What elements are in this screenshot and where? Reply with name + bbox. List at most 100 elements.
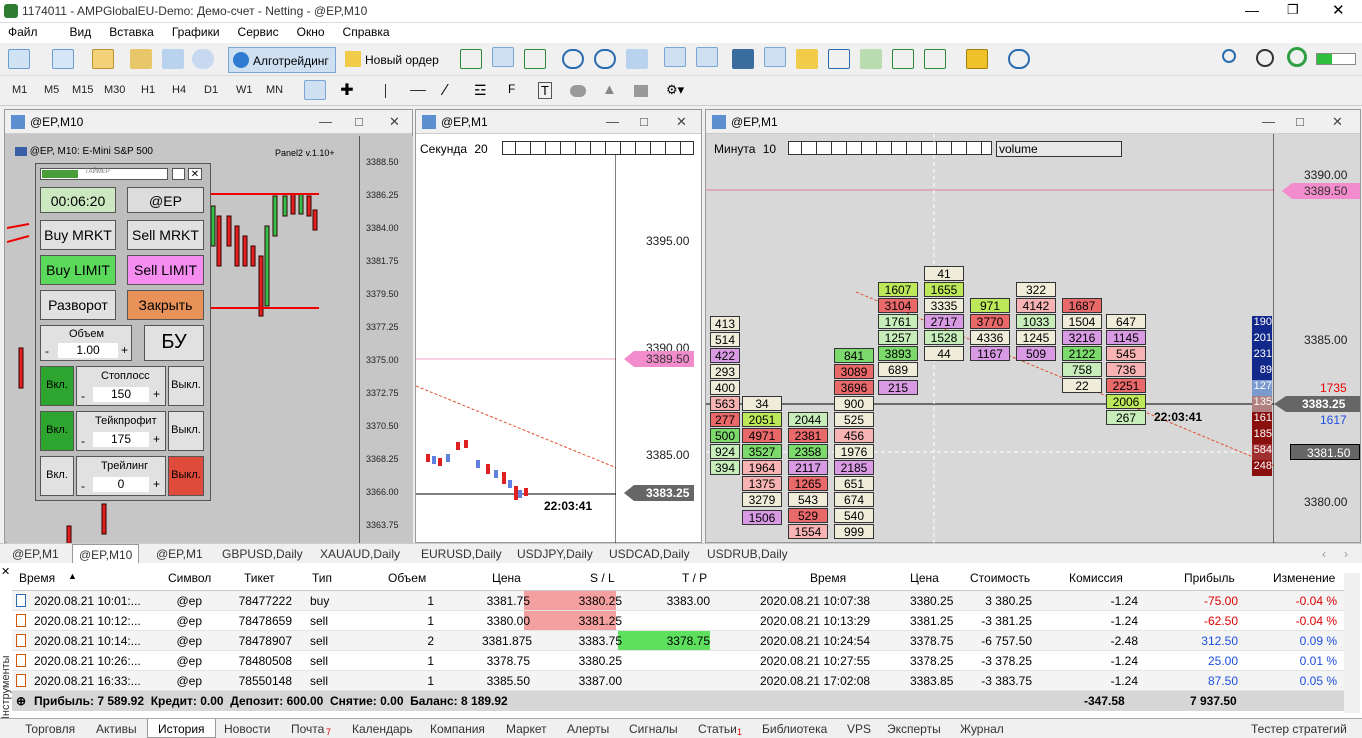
chart-tab[interactable]: XAUAUD,Daily [320,547,400,561]
account-icon[interactable] [1256,49,1274,67]
table-row[interactable]: 2020.08.21 10:12:... @ep 78478659 sell 1 3380… [12,611,1344,631]
col-type[interactable]: Тип [312,571,332,585]
window-maximize-button[interactable]: □ [355,114,363,129]
chart-tab[interactable]: USDRUB,Daily [707,547,788,561]
summary-plus-icon[interactable]: ⊕ [16,694,26,708]
col-tp[interactable]: T / P [682,571,707,585]
sl-input[interactable]: 150 [93,387,149,402]
chart-tab[interactable]: USDCAD,Daily [609,547,690,561]
clock-icon[interactable] [1008,49,1030,69]
table-row[interactable]: 2020.08.21 10:26:... @ep 78480508 sell 1 3378… [12,651,1344,671]
close-button[interactable]: ✕ [1332,1,1345,19]
tab-experts[interactable]: Эксперты [887,722,941,736]
fibo-icon[interactable]: F [508,82,515,96]
volume-minus-button[interactable]: - [45,344,49,358]
tab-alerts[interactable]: Алерты [567,722,609,736]
chart-tab[interactable]: GBPUSD,Daily [222,547,303,561]
window-close-button[interactable]: ✕ [1332,114,1343,130]
table-row[interactable]: 2020.08.21 16:33:... @ep 78550148 sell 1 3385… [12,671,1344,691]
menu-window[interactable]: Окно [289,23,335,39]
indicators-icon[interactable] [924,49,946,69]
close-position-button[interactable]: Закрыть [127,290,204,320]
tp-input[interactable]: 175 [93,432,149,447]
reverse-button[interactable]: Разворот [40,290,116,320]
tp-off-button[interactable]: Выкл. [168,411,204,451]
col-time[interactable]: Время [19,571,55,585]
line-chart-icon[interactable] [524,49,546,69]
tf-m5[interactable]: M5 [44,84,59,96]
trail-input[interactable]: 0 [93,477,149,492]
volume-input[interactable]: 1.00 [58,343,118,358]
tab-mail[interactable]: Почта [291,722,324,736]
folder-icon[interactable] [796,49,818,69]
tab-assets[interactable]: Активы [96,722,137,736]
trail-on-button[interactable]: Вкл. [40,456,74,496]
menu-help[interactable]: Справка [335,23,400,39]
tp-on-button[interactable]: Вкл. [40,411,74,451]
window-minimize-button[interactable]: — [1262,114,1275,129]
table-row[interactable]: 2020.08.21 10:14:... @ep 78478907 sell 2 3381… [12,631,1344,651]
tp-minus-button[interactable]: - [81,434,85,448]
signals-icon[interactable] [192,49,214,69]
col-sl[interactable]: S / L [590,571,615,585]
trail-minus-button[interactable]: - [81,479,85,493]
volume-plus-button[interactable]: + [121,343,128,357]
chart-tab[interactable]: USDJPY,Daily [517,547,593,561]
tp-plus-button[interactable]: + [153,432,160,446]
connection-icon[interactable] [1287,47,1307,67]
trendline-icon[interactable]: ∕ [444,82,447,100]
tab-articles[interactable]: Статьи [698,722,737,736]
window-maximize-button[interactable]: □ [640,114,648,129]
data-window-icon[interactable] [162,49,184,69]
toolbox-close-icon[interactable]: ✕ [1,565,10,578]
new-order-button[interactable]: Новый ордер [343,47,445,73]
chart-tab[interactable]: @EP,M1 [156,547,203,561]
bar-chart-icon[interactable] [460,49,482,69]
col-close-price[interactable]: Цена [910,571,939,585]
tab-market[interactable]: Маркет [506,722,547,736]
vertical-line-icon[interactable] [385,84,386,98]
crosshair-icon[interactable]: ✚ [336,80,358,100]
strategy-tester-button[interactable]: Тестер стратегий [1251,722,1347,736]
col-value[interactable]: Стоимость [970,571,1030,585]
experts-icon[interactable] [966,49,988,69]
tabs-scroll-left-icon[interactable]: ‹ [1322,547,1326,561]
grid-icon[interactable] [892,49,914,69]
algo-trading-button[interactable]: Алготрейдинг [228,47,336,73]
menu-file[interactable]: Файл [0,23,48,39]
tab-vps[interactable]: VPS [847,722,871,736]
close-panel-button[interactable]: ✕ [188,168,202,180]
tab-library[interactable]: Библиотека [762,722,827,736]
col-volume[interactable]: Объем [388,571,426,585]
window-maximize-button[interactable]: □ [1296,114,1304,129]
tab-trade[interactable]: Торговля [25,722,75,736]
tab-company[interactable]: Компания [430,722,485,736]
tab-news[interactable]: Новости [224,722,270,736]
menu-charts[interactable]: Графики [164,23,230,39]
chart-area[interactable]: @EP, M10: E-Mini S&P 500 Panel2 v.1.10+ … [7,136,359,544]
candle-chart-icon[interactable] [492,47,514,67]
minimize-button[interactable]: — [1245,2,1259,18]
tab-journal[interactable]: Журнал [960,722,1004,736]
window-minimize-button[interactable]: — [319,114,332,129]
breakeven-button[interactable]: БУ [144,325,204,361]
col-ticket[interactable]: Тикет [244,571,275,585]
tab-signals[interactable]: Сигналы [629,722,678,736]
navigator-icon[interactable] [130,49,152,69]
sell-limit-button[interactable]: Sell LIMIT [127,255,204,285]
chart-shift-icon[interactable] [696,47,718,67]
search-icon[interactable] [1222,49,1236,63]
chart-window-m1-footprint[interactable]: @EP,M1 — □ ✕ Минута 10 volume 413 514 42… [705,109,1361,544]
window-minimize-button[interactable]: — [606,114,619,129]
templates-icon[interactable] [732,49,754,69]
chart-window-m10[interactable]: @EP,M10 — □ ✕ @EP, M10: E-Mini S&P 500 P… [4,109,413,544]
tab-calendar[interactable]: Календарь [352,722,413,736]
chart-tab-active[interactable]: @EP,M10 [72,544,140,564]
menu-view[interactable]: Вид [62,23,102,39]
chart-tool-buttons[interactable] [502,141,694,155]
sl-plus-button[interactable]: + [153,387,160,401]
col-close-time[interactable]: Время [810,571,846,585]
window-close-button[interactable]: ✕ [676,114,687,130]
tile-icon[interactable] [626,49,648,69]
shapes-menu-icon[interactable]: ⚙▾ [666,82,684,98]
